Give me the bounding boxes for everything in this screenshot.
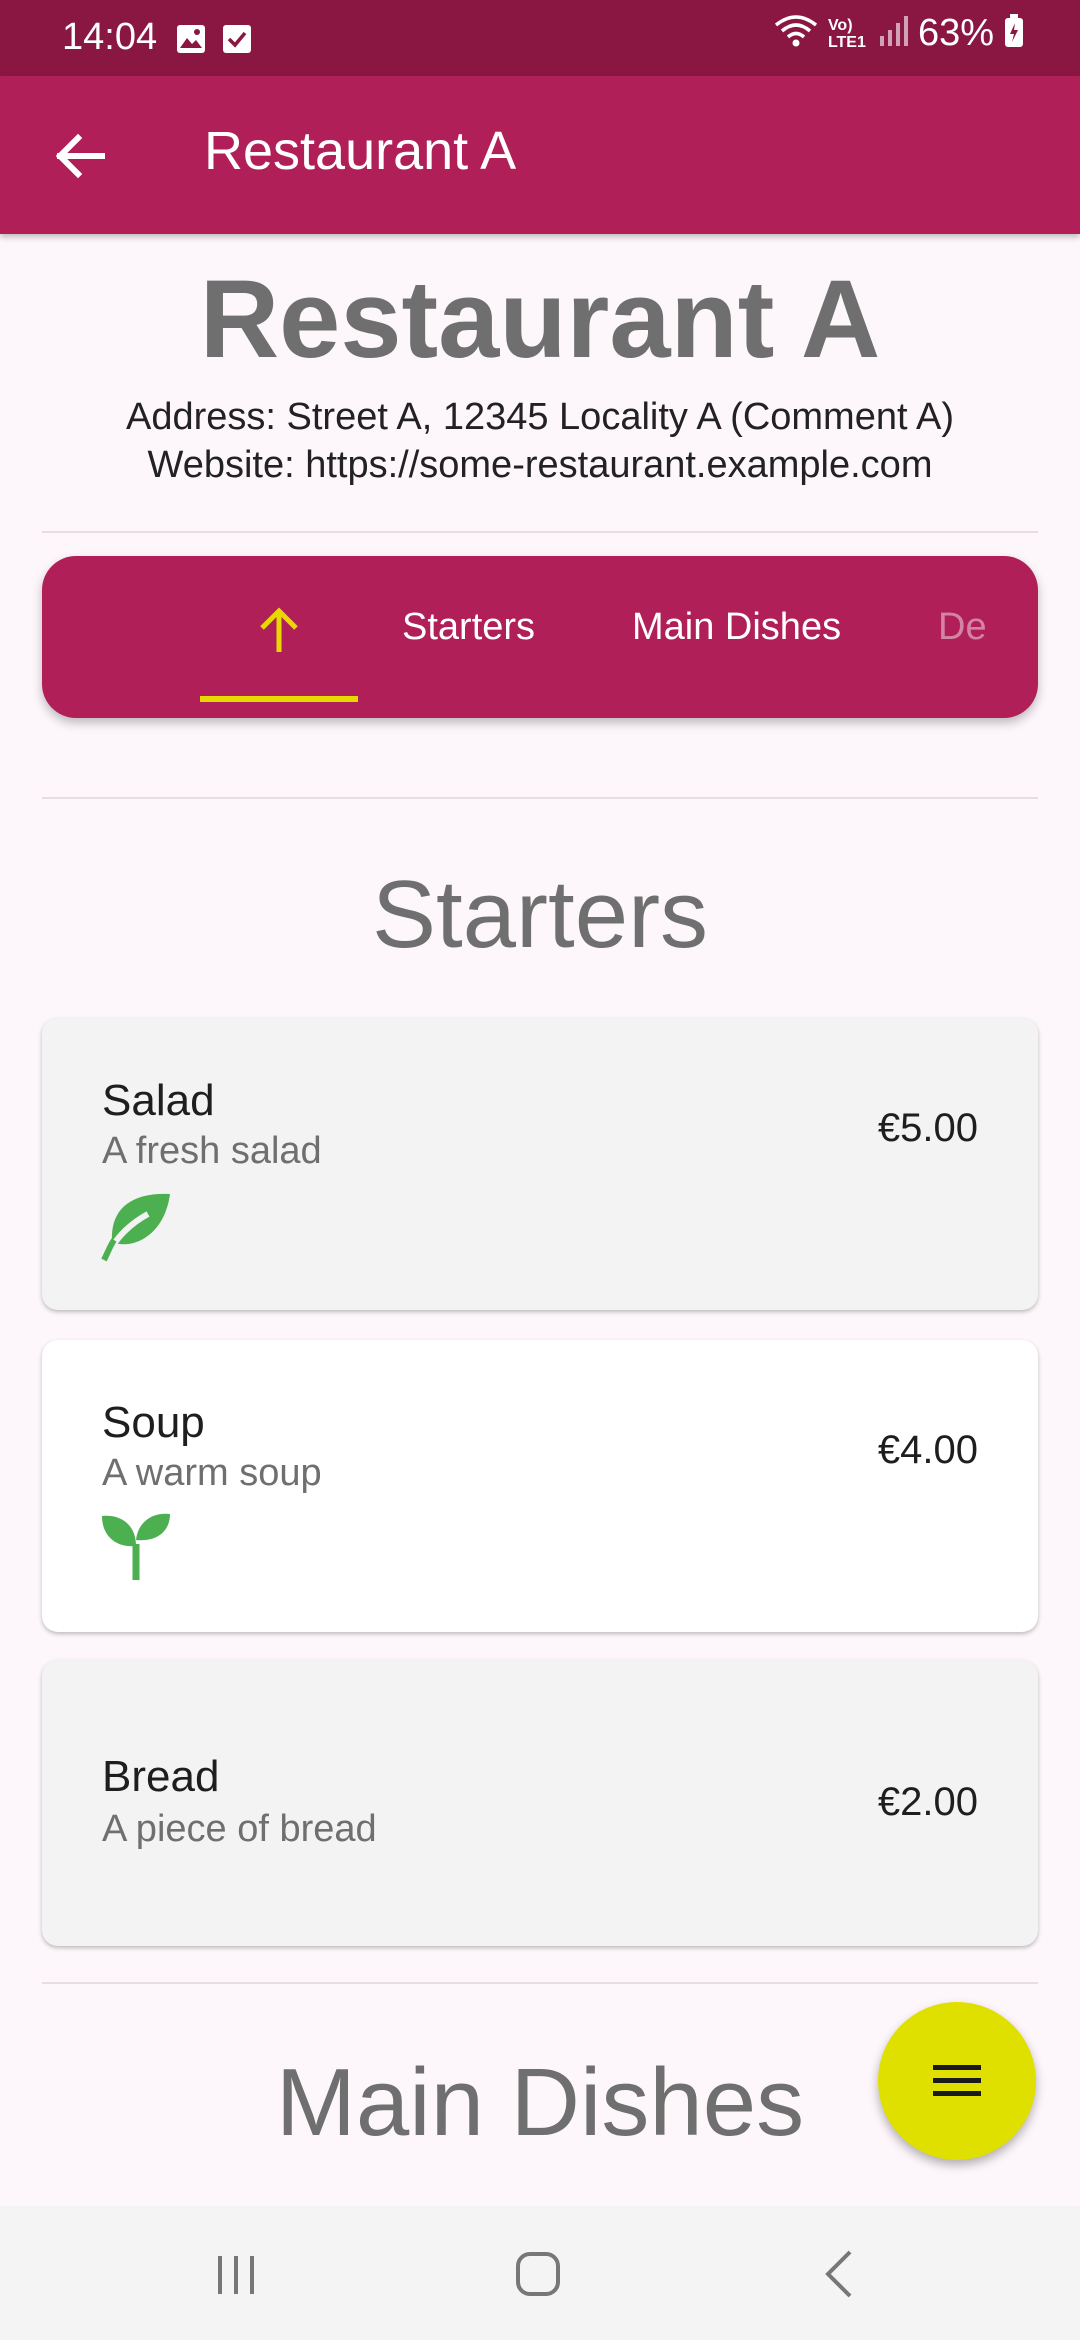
home-icon (516, 2252, 560, 2296)
tab-scroll-top[interactable] (200, 586, 358, 704)
restaurant-header: Restaurant A Address: Street A, 12345 Lo… (0, 255, 1080, 489)
dish-card[interactable]: Soup A warm soup €4.00 (42, 1340, 1038, 1632)
wifi-icon (774, 13, 818, 54)
dish-card[interactable]: Salad A fresh salad €5.00 (42, 1018, 1038, 1310)
dish-price: €5.00 (877, 1106, 978, 1150)
arrow-left-icon (55, 133, 105, 179)
restaurant-name: Restaurant A (199, 258, 881, 381)
dish-description: A fresh salad (102, 1130, 322, 1172)
arrow-up-icon (260, 607, 298, 652)
dish-description: A warm soup (102, 1452, 322, 1494)
battery-icon (1004, 14, 1024, 53)
restaurant-address: Address: Street A, 12345 Locality A (Com… (126, 396, 954, 438)
tab-main-dishes[interactable]: Main Dishes (632, 606, 841, 649)
dish-name: Salad (102, 1076, 215, 1125)
back-icon (825, 2250, 852, 2298)
tab-desserts[interactable]: De (938, 606, 987, 649)
dish-name: Soup (102, 1398, 205, 1447)
app-bar: Restaurant A (0, 76, 1080, 234)
leaf-icon (101, 1193, 170, 1262)
recent-apps-button[interactable] (206, 2244, 266, 2304)
status-time: 14:04 (62, 16, 158, 58)
battery-percent: 63% (917, 12, 994, 54)
back-button[interactable] (50, 126, 110, 186)
image-icon (176, 24, 206, 59)
system-nav-bar (0, 2206, 1080, 2340)
dish-price: €2.00 (877, 1780, 978, 1824)
section-title-starters: Starters (371, 861, 709, 968)
app-bar-title: Restaurant A (204, 121, 517, 181)
dish-card[interactable]: Bread A piece of bread €2.00 (42, 1660, 1038, 1946)
signal-icon (878, 14, 908, 53)
tab-indicator (200, 696, 358, 702)
network-label: Vo) LTE1 (827, 16, 866, 51)
menu-fab-button[interactable] (878, 2002, 1036, 2160)
nav-back-button[interactable] (810, 2244, 870, 2304)
divider (42, 531, 1038, 533)
check-icon (222, 24, 252, 59)
home-button[interactable] (508, 2244, 568, 2304)
status-right: Vo) LTE1 63% (774, 12, 1024, 55)
dish-price: €4.00 (877, 1428, 978, 1472)
sprout-icon (102, 1513, 170, 1580)
dish-name: Bread (102, 1752, 220, 1801)
recent-apps-icon (218, 2256, 254, 2294)
divider (42, 797, 1038, 799)
category-tab-bar[interactable]: Starters Main Dishes De (42, 556, 1038, 718)
menu-icon (933, 2065, 981, 2096)
status-bar: 14:04 Vo) LTE1 63% (0, 0, 1080, 76)
divider (42, 1982, 1038, 1984)
dish-description: A piece of bread (102, 1808, 377, 1850)
tab-starters[interactable]: Starters (402, 606, 535, 649)
restaurant-website[interactable]: Website: https://some-restaurant.example… (0, 441, 1080, 489)
